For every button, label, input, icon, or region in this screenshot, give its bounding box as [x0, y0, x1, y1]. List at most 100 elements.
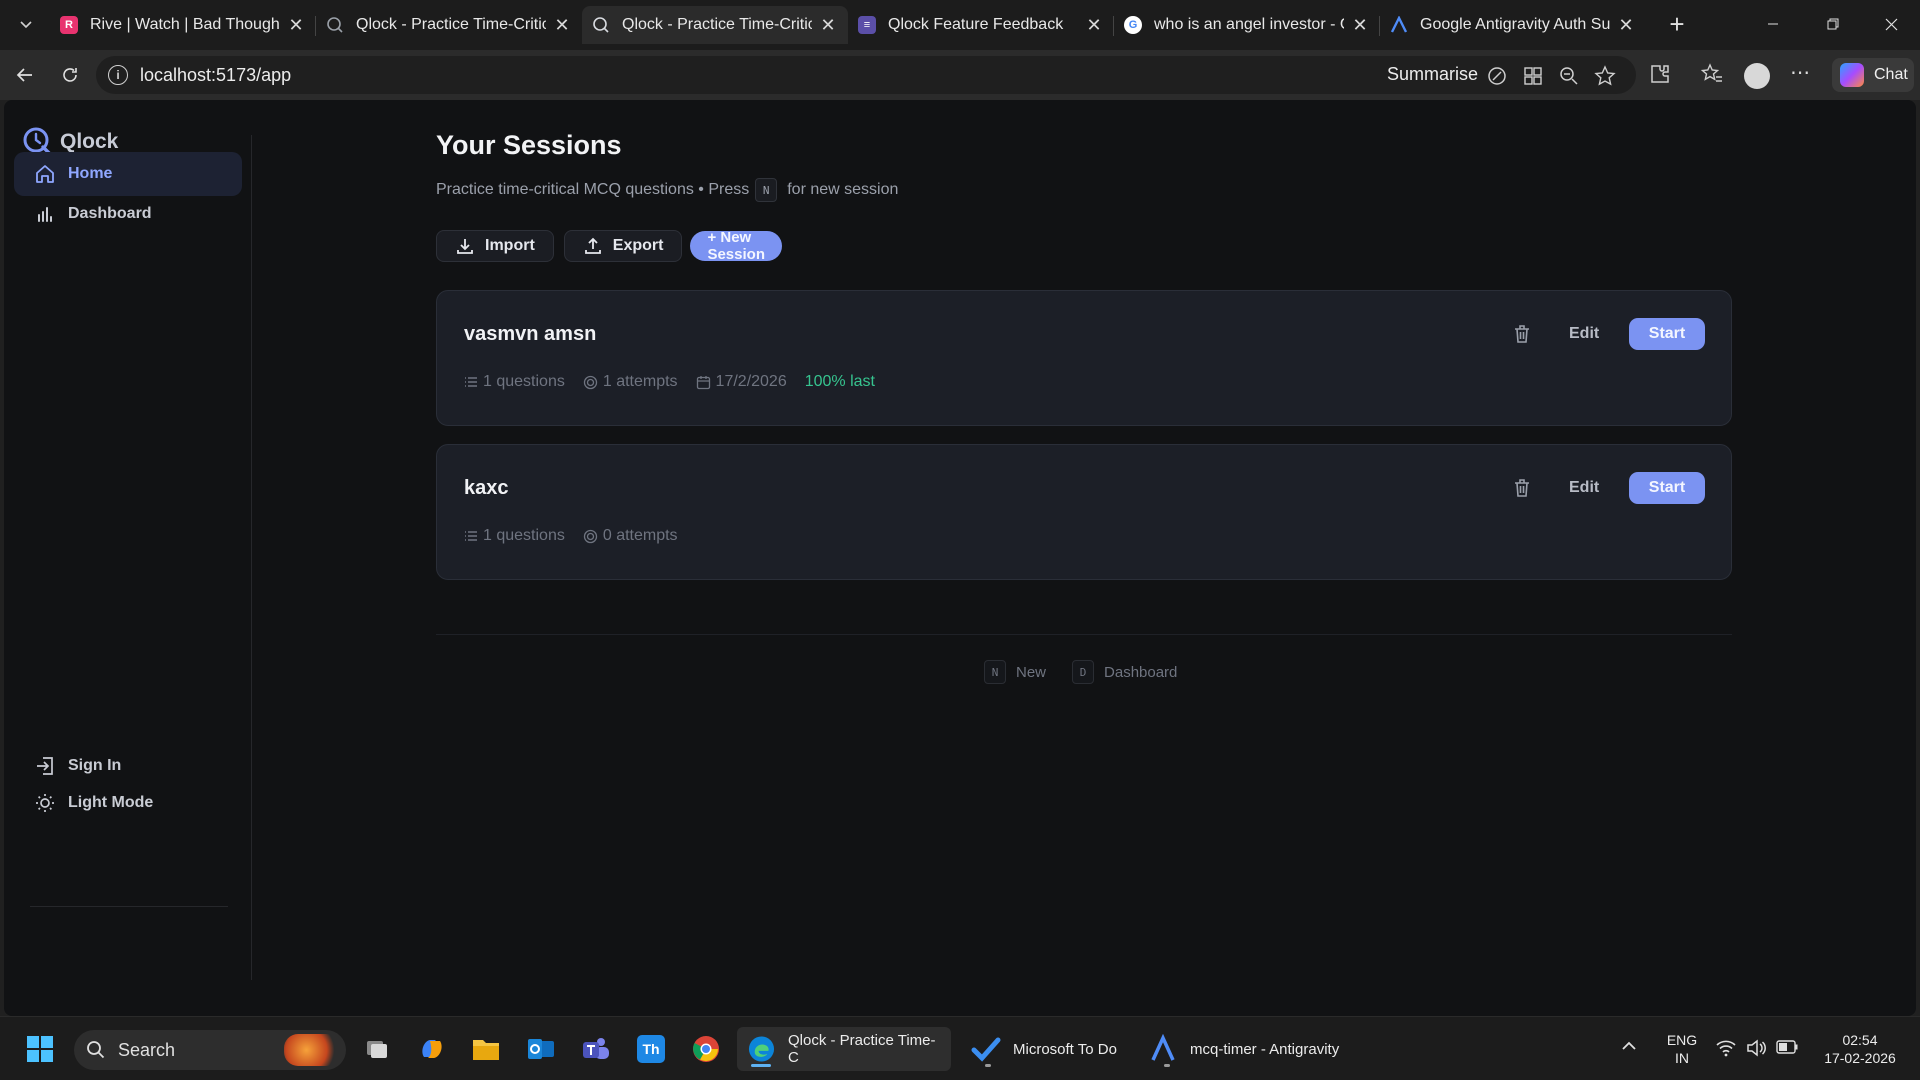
browser-tab[interactable]: G who is an angel investor - Goo ✕ — [1114, 6, 1380, 44]
download-icon — [457, 239, 473, 254]
new-tab-icon[interactable]: + — [1662, 10, 1692, 40]
copilot-app-icon[interactable] — [414, 1031, 450, 1067]
app-viewport: Qlock Home Dashboard Sign In Light Mode … — [4, 100, 1916, 1016]
last-score: 100% last — [804, 373, 875, 390]
summarise-button[interactable]: Summarise — [1387, 64, 1478, 85]
browser-tab[interactable]: ≡ Qlock Feature Feedback ✕ — [848, 6, 1114, 44]
browser-tab[interactable]: Google Antigravity Auth Succ ✕ — [1380, 6, 1646, 44]
close-tab-icon[interactable]: ✕ — [818, 15, 838, 36]
browser-toolbar: i localhost:5173/app Summarise ⋯ — [0, 50, 1920, 100]
show-hidden-icons-chevron-icon[interactable] — [1620, 1039, 1638, 1058]
task-view-icon[interactable] — [359, 1031, 395, 1067]
taskbar-window-edge[interactable]: Qlock - Practice Time-C — [737, 1027, 951, 1071]
favorites-icon[interactable] — [1700, 62, 1724, 86]
taskbar-search[interactable]: Search — [74, 1030, 346, 1070]
sign-in-icon — [37, 757, 53, 775]
profile-avatar[interactable] — [1744, 63, 1770, 89]
subtitle-text: Practice time-critical MCQ questions • P… — [436, 181, 750, 198]
session-card[interactable]: kaxc 1 questions 0 attempts Edit Start — [436, 444, 1732, 580]
file-explorer-icon[interactable] — [468, 1031, 504, 1067]
close-tab-icon[interactable]: ✕ — [286, 15, 306, 36]
home-icon — [36, 165, 54, 183]
close-tab-icon[interactable]: ✕ — [1616, 15, 1636, 36]
tab-title: Qlock - Practice Time-Critical — [356, 16, 546, 33]
minimize-icon[interactable] — [1744, 0, 1802, 48]
outlook-icon[interactable] — [523, 1031, 559, 1067]
sidebar: Qlock Home Dashboard Sign In Light Mode — [4, 100, 252, 1016]
windows-start-icon[interactable] — [22, 1031, 58, 1067]
more-menu-icon[interactable]: ⋯ — [1790, 60, 1810, 85]
copilot-chat-button[interactable]: Chat — [1832, 58, 1914, 92]
start-button[interactable]: Start — [1629, 472, 1705, 504]
sidebar-border — [251, 135, 252, 980]
session-card[interactable]: vasmvn amsn 1 questions 1 attempts 17/2/… — [436, 290, 1732, 426]
todo-check-icon — [971, 1037, 1001, 1062]
browser-tab[interactable]: R Rive | Watch | Bad Thoughts | ✕ — [50, 6, 316, 44]
search-highlight-image — [284, 1034, 340, 1066]
back-arrow-icon[interactable] — [10, 60, 40, 90]
subtitle-text-after: for new session — [787, 181, 899, 198]
teams-icon[interactable] — [578, 1031, 614, 1067]
clock[interactable]: 02:54 17-02-2026 — [1812, 1031, 1908, 1067]
taskbar-window-antigravity[interactable]: mcq-timer - Antigravity — [1138, 1027, 1356, 1071]
chrome-icon[interactable] — [688, 1031, 724, 1067]
tab-actions-chevron-icon[interactable] — [10, 8, 42, 40]
input-language[interactable]: ENG IN — [1660, 1031, 1704, 1067]
attempts-text: 0 attempts — [602, 527, 678, 544]
export-button[interactable]: Export — [563, 230, 683, 262]
delete-trash-icon[interactable] — [1511, 477, 1533, 499]
start-button[interactable]: Start — [1629, 318, 1705, 350]
browser-tab-strip: R Rive | Watch | Bad Thoughts | ✕ Qlock … — [0, 0, 1920, 50]
sidebar-item-dashboard[interactable]: Dashboard — [14, 192, 242, 236]
thinkific-app-icon[interactable]: Th — [633, 1031, 669, 1067]
volume-icon[interactable] — [1746, 1039, 1766, 1057]
qlock-icon — [592, 16, 610, 34]
copilot-icon[interactable] — [1486, 65, 1508, 87]
url-text[interactable]: localhost:5173/app — [140, 65, 291, 86]
running-indicator — [985, 1064, 991, 1067]
close-tab-icon[interactable]: ✕ — [1350, 15, 1370, 36]
address-bar[interactable]: i localhost:5173/app Summarise — [96, 56, 1636, 94]
sidebar-item-label: Light Mode — [68, 794, 154, 811]
battery-icon[interactable] — [1776, 1040, 1798, 1054]
wifi-icon[interactable] — [1716, 1039, 1736, 1057]
favorite-star-icon[interactable] — [1594, 65, 1616, 87]
window-label: Microsoft To Do — [1013, 1040, 1117, 1058]
sidebar-item-home[interactable]: Home — [14, 152, 242, 196]
sidebar-divider — [30, 906, 228, 907]
tab-title: Google Antigravity Auth Succ — [1420, 16, 1610, 33]
date-text: 17/2/2026 — [715, 373, 787, 390]
browser-tab[interactable]: Qlock - Practice Time-Critical ✕ — [316, 6, 582, 44]
import-button[interactable]: Import — [436, 230, 554, 262]
page-title: Your Sessions — [436, 130, 622, 160]
close-tab-icon[interactable]: ✕ — [1084, 15, 1104, 36]
browser-tab-active[interactable]: Qlock - Practice Time-Critical ✕ — [582, 6, 848, 44]
tab-title: Qlock Feature Feedback — [888, 16, 1064, 33]
restore-icon[interactable] — [1804, 0, 1862, 48]
site-info-icon[interactable]: i — [108, 65, 128, 85]
questions-text: 1 questions — [483, 373, 565, 390]
sidebar-item-label: Sign In — [68, 757, 122, 774]
close-window-icon[interactable] — [1862, 0, 1920, 48]
shortcut-label: Dashboard — [1104, 663, 1178, 681]
edit-button[interactable]: Edit — [1569, 479, 1599, 497]
keyboard-shortcuts: N New D Dashboard — [984, 660, 1203, 684]
form-icon: ≡ — [858, 16, 876, 34]
page-subtitle: Practice time-critical MCQ questions • P… — [436, 178, 898, 202]
rive-icon: R — [60, 16, 78, 34]
session-date: 17/2/2026 — [696, 373, 787, 391]
brand-name: Qlock — [60, 130, 119, 153]
reload-icon[interactable] — [55, 60, 85, 90]
delete-trash-icon[interactable] — [1511, 323, 1533, 345]
session-actions: Import Export + New Session — [436, 229, 782, 263]
app-available-icon[interactable] — [1522, 65, 1544, 87]
sidebar-item-light-mode[interactable]: Light Mode — [14, 781, 242, 825]
zoom-icon[interactable] — [1558, 65, 1580, 87]
edit-button[interactable]: Edit — [1569, 325, 1599, 343]
close-tab-icon[interactable]: ✕ — [552, 15, 572, 36]
extensions-icon[interactable] — [1648, 62, 1672, 86]
shortcut-new: N New — [984, 660, 1046, 684]
chat-label: Chat — [1874, 66, 1908, 83]
new-session-button[interactable]: + New Session — [690, 229, 782, 263]
taskbar-window-todo[interactable]: Microsoft To Do — [961, 1027, 1131, 1071]
